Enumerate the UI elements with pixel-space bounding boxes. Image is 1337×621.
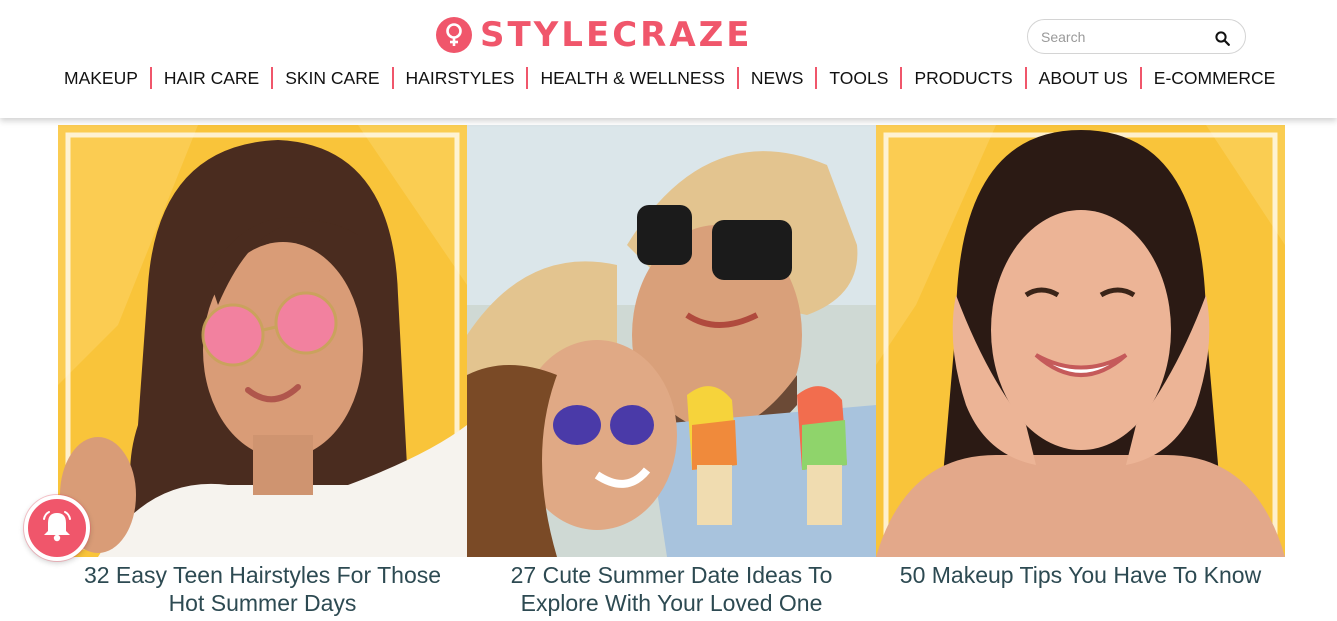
article-title-line: 27 Cute Summer Date Ideas To: [510, 562, 833, 588]
site-logo[interactable]: STYLECRAZE: [436, 16, 753, 54]
article-title-line: Hot Summer Days: [168, 590, 357, 616]
main-nav: MAKEUP HAIR CARE SKIN CARE HAIRSTYLES HE…: [52, 64, 1287, 92]
couple-ice-cream-photo[interactable]: [467, 125, 876, 557]
article-title[interactable]: 50 Makeup Tips You Have To Know: [884, 561, 1277, 589]
nav-item-tools[interactable]: TOOLS: [817, 64, 900, 92]
nav-item-makeup[interactable]: MAKEUP: [52, 64, 150, 92]
article-card[interactable]: 50 Makeup Tips You Have To Know: [876, 125, 1285, 621]
article-card[interactable]: 27 Cute Summer Date Ideas To Explore Wit…: [467, 125, 876, 621]
nav-item-e-commerce[interactable]: E-COMMERCE: [1142, 64, 1288, 92]
search-icon[interactable]: [1213, 29, 1231, 47]
nav-item-products[interactable]: PRODUCTS: [902, 64, 1024, 92]
nav-item-about-us[interactable]: ABOUT US: [1027, 64, 1140, 92]
search-input[interactable]: [1041, 24, 1201, 49]
nav-item-health-wellness[interactable]: HEALTH & WELLNESS: [528, 64, 736, 92]
article-title-line: 50 Makeup Tips You Have To Know: [899, 562, 1262, 588]
search-box: [1027, 19, 1246, 54]
site-header: STYLECRAZE MAKEUP HAIR CARE SKIN CARE HA…: [0, 0, 1337, 118]
notification-bell-button[interactable]: [24, 495, 90, 561]
nav-item-skin-care[interactable]: SKIN CARE: [273, 64, 391, 92]
article-card[interactable]: 32 Easy Teen Hairstyles For Those Hot Su…: [58, 125, 467, 621]
article-title-line: 32 Easy Teen Hairstyles For Those: [83, 562, 442, 588]
article-title[interactable]: 32 Easy Teen Hairstyles For Those Hot Su…: [66, 561, 459, 617]
nav-item-news[interactable]: NEWS: [739, 64, 816, 92]
brand-name: STYLECRAZE: [480, 15, 753, 55]
article-title[interactable]: 27 Cute Summer Date Ideas To Explore Wit…: [475, 561, 868, 617]
woman-pink-sunglasses-photo[interactable]: [58, 125, 467, 557]
article-title-line: Explore With Your Loved One: [520, 590, 823, 616]
nav-item-hair-care[interactable]: HAIR CARE: [152, 64, 271, 92]
article-grid: 32 Easy Teen Hairstyles For Those Hot Su…: [58, 125, 1285, 621]
nav-item-hairstyles[interactable]: HAIRSTYLES: [394, 64, 527, 92]
bell-icon: [40, 509, 74, 548]
smiling-woman-photo[interactable]: [876, 125, 1285, 557]
venus-symbol-icon: [436, 17, 472, 53]
